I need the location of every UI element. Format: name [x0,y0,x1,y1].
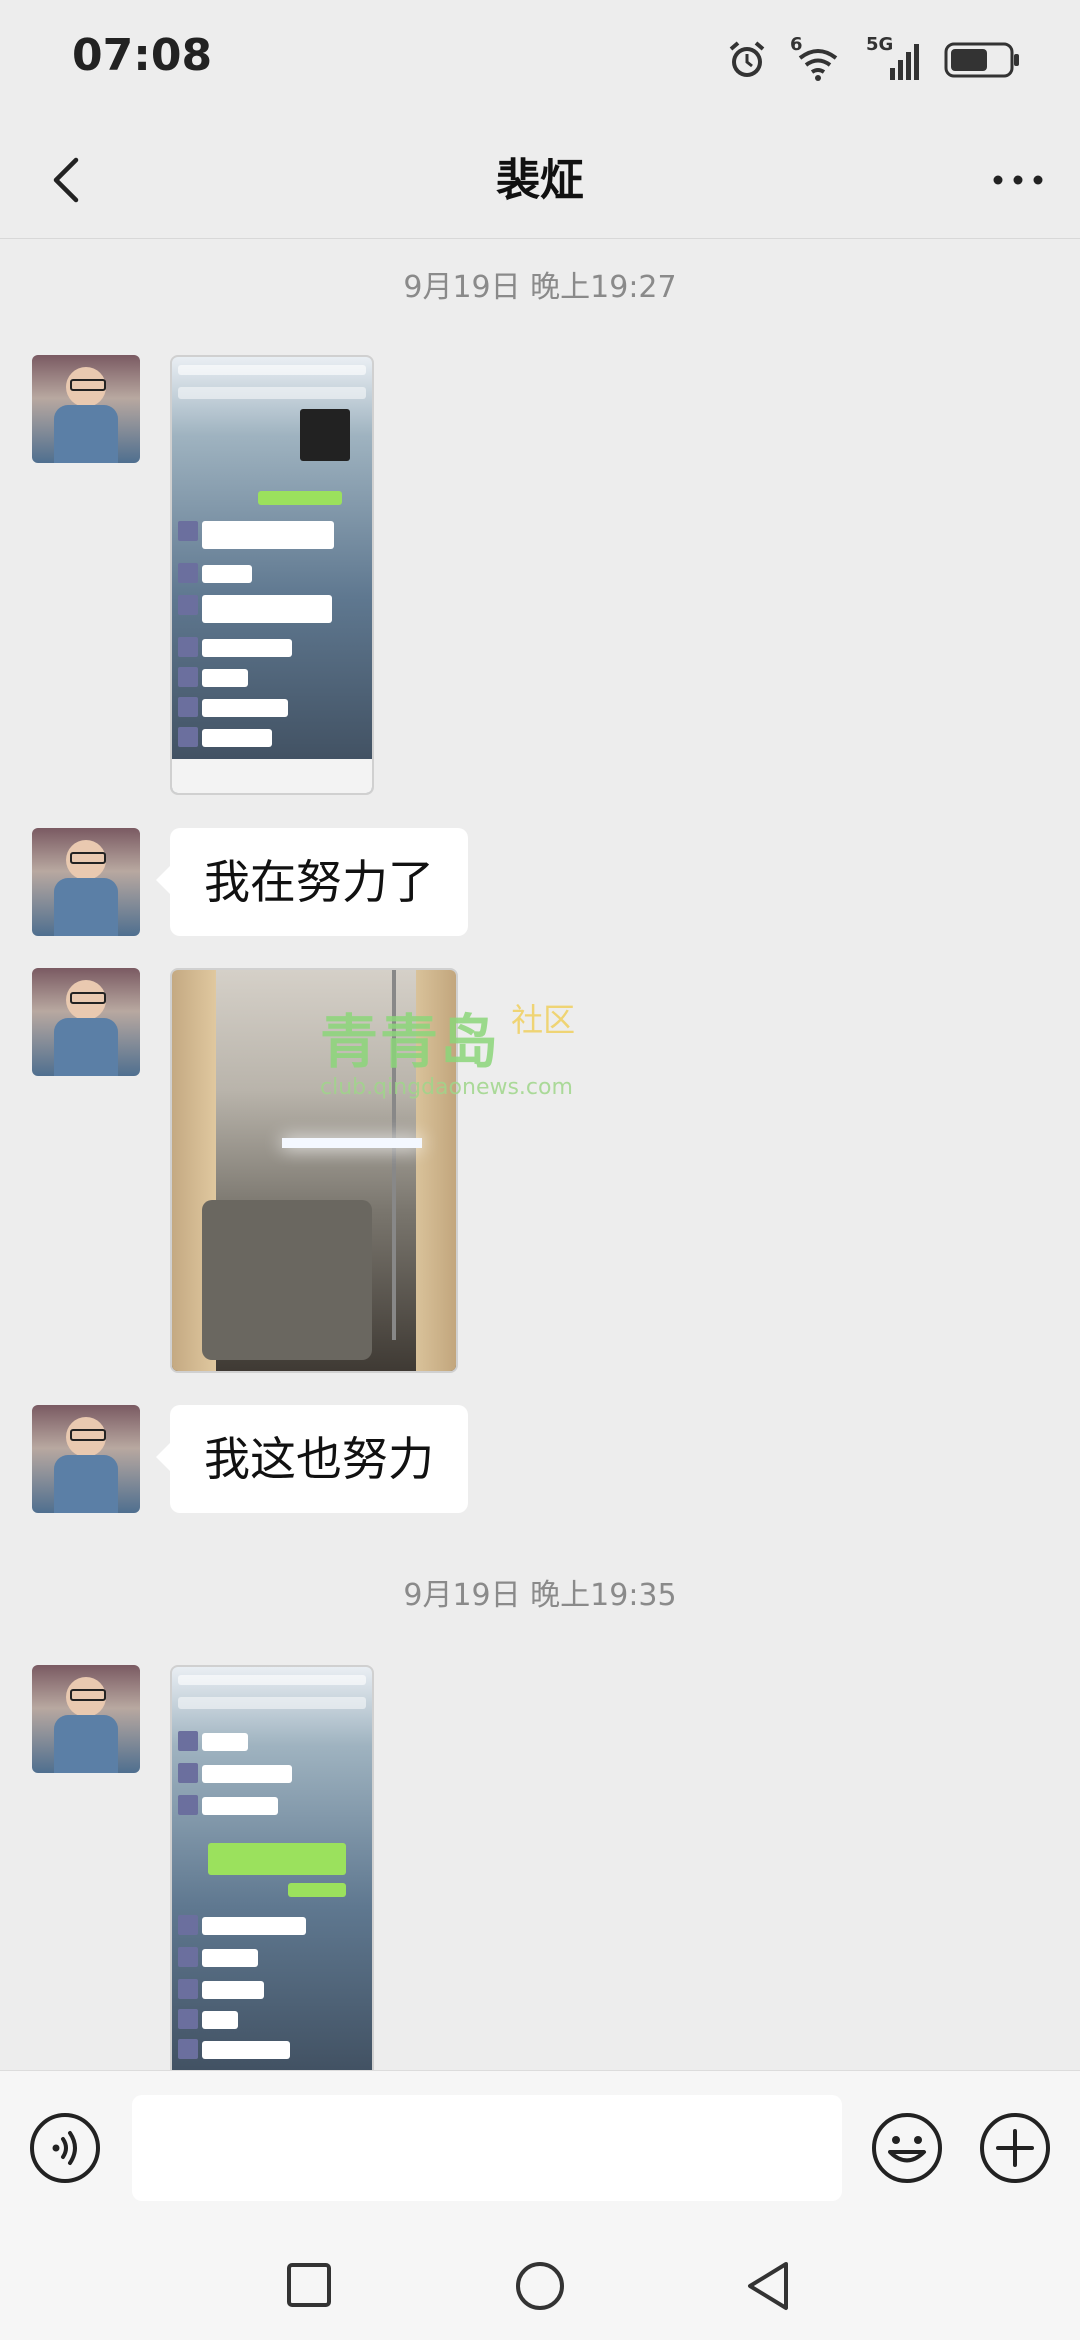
back-triangle-icon[interactable] [744,2260,794,2312]
input-bar [0,2070,1080,2221]
watermark-name: 青青岛 [320,1008,501,1076]
wifi-icon [798,49,838,81]
battery-icon [944,42,1019,78]
text-message[interactable]: 我这也努力 [156,1405,468,1513]
timestamp: 9月19日 晚上19:27 [403,270,677,305]
avatar[interactable] [32,1665,140,1773]
wifi-indicator: 6 [790,34,844,82]
emoji-icon[interactable] [870,2111,944,2185]
text-message[interactable]: 我在努力了 [156,828,468,936]
watermark: 青青岛 社区 club.qingdaonews.com [320,995,575,1100]
image-message[interactable] [170,355,374,795]
more-icon[interactable] [986,150,1050,210]
chat-title: 裴炡 [496,155,584,206]
system-navigation-bar [0,2220,1080,2340]
avatar[interactable] [32,1405,140,1513]
chat-area[interactable]: 9月19日 晚上19:27 我在努力了 青青岛 社区 club.qingdaon… [0,240,1080,2070]
timestamp: 9月19日 晚上19:35 [403,1578,677,1613]
chat-header: 裴炡 [0,120,1080,239]
alarm-icon [729,41,765,77]
plus-icon[interactable] [978,2111,1052,2185]
avatar[interactable] [32,828,140,936]
recents-square-icon[interactable] [284,2260,334,2310]
status-icons: 6 5G [726,34,1020,84]
avatar[interactable] [32,355,140,463]
signal-icon [890,44,919,80]
status-bar: 07:08 6 5G [0,0,1080,120]
status-time: 07:08 [72,30,213,81]
signal-indicator: 5G [866,34,922,82]
avatar[interactable] [32,968,140,1076]
voice-icon[interactable] [28,2111,102,2185]
watermark-suffix: 社区 [511,1001,576,1039]
watermark-url: club.qingdaonews.com [320,1075,573,1100]
home-circle-icon[interactable] [514,2260,566,2312]
message-input[interactable] [132,2095,842,2201]
image-message[interactable] [170,1665,374,2070]
